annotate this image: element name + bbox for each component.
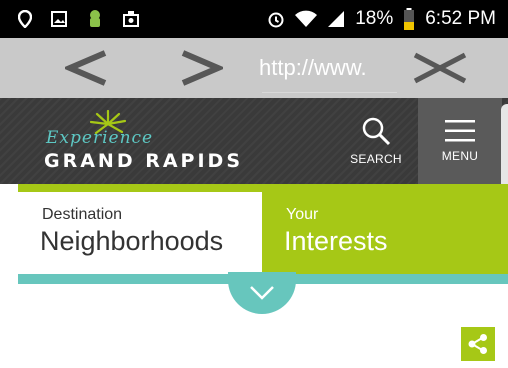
search-button[interactable]: SEARCH — [334, 98, 418, 184]
browser-toolbar: http://www. — [0, 38, 508, 98]
status-left-icons — [0, 9, 140, 29]
tab-your-interests[interactable]: Your Interests — [262, 192, 508, 274]
url-underline — [262, 92, 397, 93]
tab-destination-label: Destination — [42, 206, 123, 223]
site-logo[interactable]: Experience GRAND RAPIDS — [44, 110, 264, 176]
tab-neighborhoods-label: Neighborhoods — [40, 226, 224, 256]
site-header: Experience GRAND RAPIDS SEARCH MENU — [0, 98, 508, 184]
alarm-icon — [267, 10, 285, 28]
logo-script: Experience — [46, 128, 154, 148]
back-arrow-icon — [65, 50, 107, 86]
android-icon — [86, 9, 104, 29]
close-icon — [413, 52, 467, 84]
side-drawer-handle[interactable] — [501, 104, 508, 190]
url-field[interactable]: http://www. — [259, 50, 399, 86]
forward-arrow-icon — [181, 50, 223, 86]
battery-icon — [403, 8, 415, 30]
menu-button[interactable]: MENU — [418, 98, 502, 184]
close-button[interactable] — [410, 38, 470, 98]
status-bar: 18% 6:52 PM — [0, 0, 508, 38]
expand-toggle-button[interactable] — [228, 272, 296, 314]
hamburger-icon — [445, 120, 475, 142]
share-button[interactable] — [461, 327, 495, 361]
share-icon — [468, 334, 487, 354]
forward-button[interactable] — [176, 38, 226, 98]
wifi-icon — [295, 10, 318, 28]
gallery-icon — [50, 10, 68, 28]
tab-destination-neighborhoods[interactable]: Destination Neighborhoods — [18, 192, 262, 274]
location-icon — [18, 10, 32, 28]
clock: 6:52 PM — [425, 8, 496, 29]
tab-interests-label: Interests — [284, 226, 388, 256]
search-icon — [362, 117, 391, 146]
battery-percent: 18% — [355, 8, 394, 29]
search-label: SEARCH — [350, 152, 402, 166]
logo-wordmark: GRAND RAPIDS — [44, 150, 244, 172]
status-right-icons: 18% 6:52 PM — [267, 8, 508, 30]
back-button[interactable] — [62, 38, 112, 98]
tab-your-label: Your — [286, 206, 319, 223]
media-icon — [122, 10, 140, 28]
green-divider — [18, 184, 508, 192]
menu-label: MENU — [441, 149, 479, 163]
chevron-down-icon — [250, 286, 274, 300]
signal-icon — [327, 10, 345, 28]
